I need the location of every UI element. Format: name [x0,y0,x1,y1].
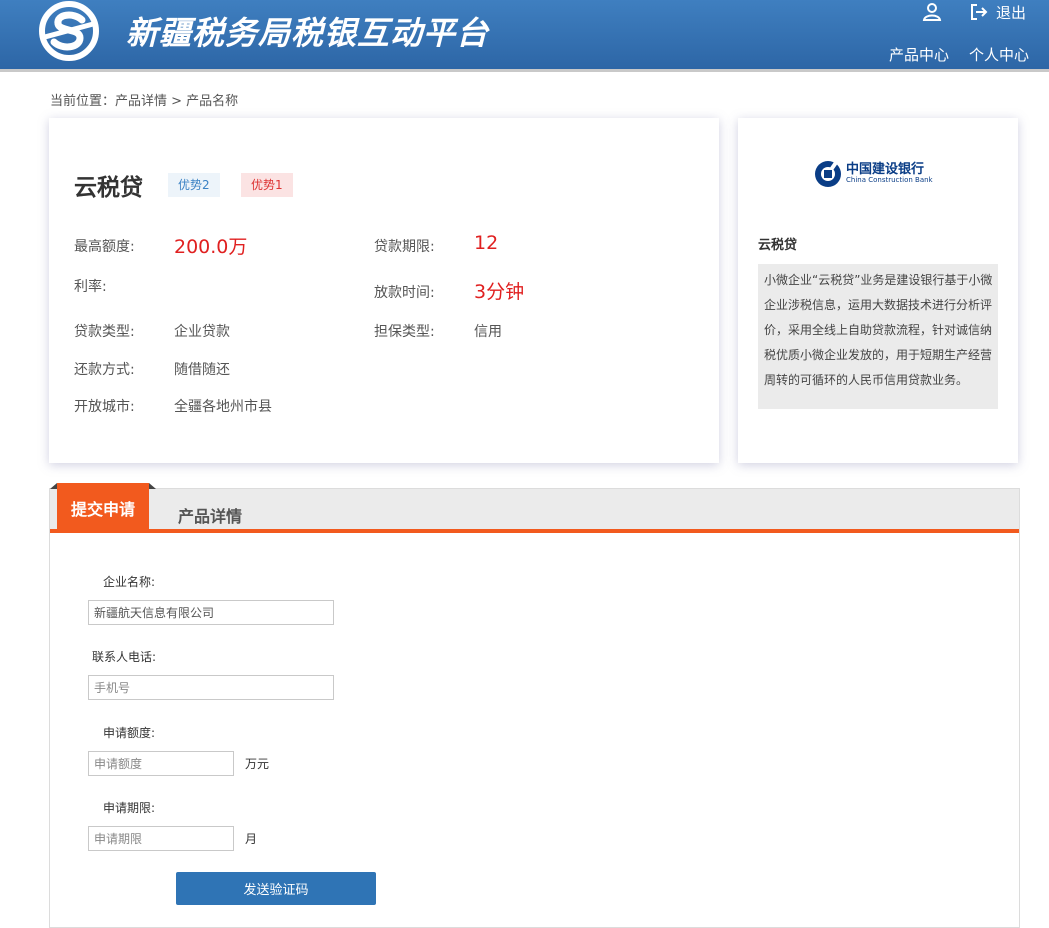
open-cities-label: 开放城市: [74,399,135,415]
max-amount-value: 200.0万 [174,236,248,258]
bank-info-card: 中国建设银行 China Construction Bank 云税贷 小微企业“… [738,118,1018,463]
send-code-button[interactable]: 发送验证码 [176,872,376,905]
nav-product-center-label[interactable]: 产品中心 [889,44,949,65]
apply-amount-input[interactable] [88,751,234,776]
advantage-tag: 优势2 [168,173,220,197]
apply-term-input[interactable] [88,826,234,851]
tax-logo-icon [39,1,99,61]
contact-phone-input[interactable] [88,675,334,700]
disburse-time-label: 放款时间: [374,285,435,301]
term-value: 12 [474,232,499,254]
product-description: 小微企业“云税贷”业务是建设银行基于小微企业涉税信息，运用大数据技术进行分析评价… [758,264,998,409]
logout-label: 退出 [996,3,1027,22]
term-label: 贷款期限: [374,239,435,255]
loan-type-value: 企业贷款 [174,324,230,340]
breadcrumb: 当前位置：产品详情 > 产品名称 [50,94,239,109]
product-name: 云税贷 [74,175,143,201]
company-name-label: 企业名称: [103,575,156,589]
bank-name-cn: 中国建设银行 [846,162,925,177]
loan-type-label: 贷款类型: [74,324,135,340]
guarantee-type-label: 担保类型: [374,324,435,340]
bank-logo: 中国建设银行 China Construction Bank [814,160,933,188]
tab-submit-application[interactable]: 提交申请 [50,483,156,533]
term-unit: 月 [245,832,258,846]
nav-product-center[interactable]: 产品中心 [889,44,949,65]
apply-term-label: 申请期限: [103,801,156,815]
repay-method-label: 还款方式: [74,362,135,378]
max-amount-label: 最高额度: [74,239,135,255]
advantage-tag: 优势1 [241,173,293,197]
side-product-title: 云税贷 [758,238,798,253]
repay-method-value: 随借随还 [174,362,230,378]
amount-unit: 万元 [245,757,270,771]
open-cities-value: 全疆各地州市县 [174,399,272,415]
product-info-card: 云税贷 优势2 优势1 最高额度: 200.0万 贷款期限: 12 利率: 放款… [49,118,719,463]
top-header: 新疆税务局税银互动平台 退出 产品中心 个人中心 [0,0,1049,72]
nav-personal-center-label[interactable]: 个人中心 [969,44,1029,65]
rate-label: 利率: [74,279,107,295]
apply-amount-label: 申请额度: [103,726,156,740]
disburse-time-value: 3分钟 [474,281,525,303]
ccb-logo-icon [815,161,841,187]
logout-icon [971,4,988,20]
site-title: 新疆税务局税银互动平台 [126,14,490,52]
user-icon[interactable] [921,2,943,22]
logout-button[interactable]: 退出 [970,0,1026,24]
bank-name-en: China Construction Bank [846,176,933,184]
company-name-input[interactable] [88,600,334,625]
tab-bar: 提交申请 产品详情 [50,483,1019,533]
tab-product-details[interactable]: 产品详情 [178,503,242,527]
nav-personal-center[interactable]: 个人中心 [969,44,1029,65]
application-panel: 提交申请 产品详情 企业名称: 联系人电话: 申请额度: 万元 申请期限: 月 … [49,483,1020,928]
contact-phone-label: 联系人电话: [92,650,157,664]
guarantee-type-value: 信用 [474,324,502,340]
